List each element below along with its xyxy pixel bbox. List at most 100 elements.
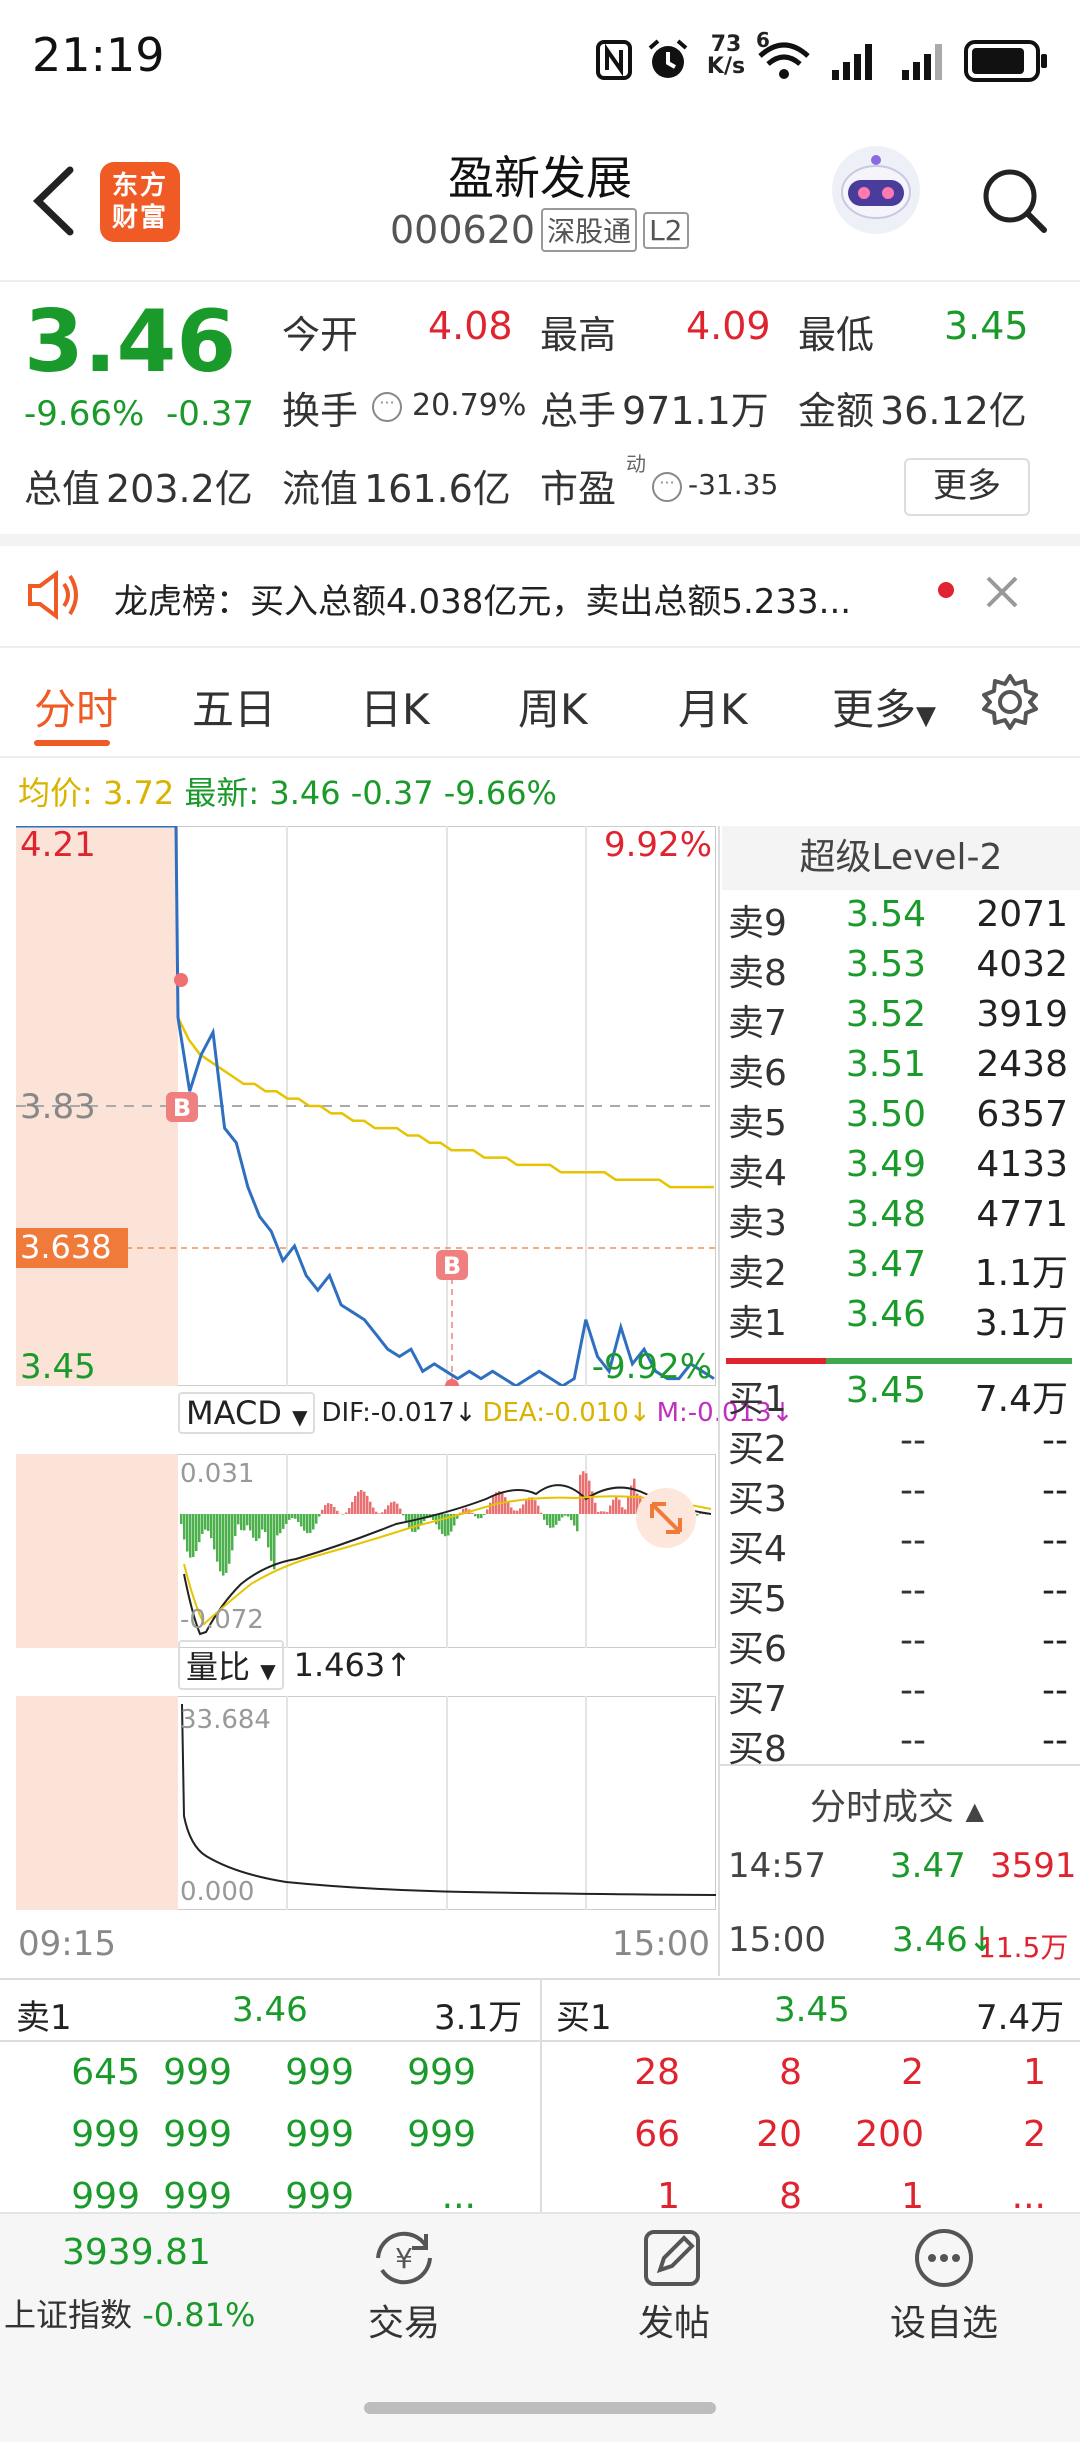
volume-label: 总手 (540, 380, 616, 435)
queue-buy-cell: 1 (570, 2176, 680, 2212)
macd-bar (228, 1514, 231, 1564)
more-dots-icon[interactable] (912, 2226, 976, 2290)
post-icon[interactable] (640, 2226, 704, 2290)
macd-bar (576, 1514, 579, 1531)
home-indicator[interactable] (364, 2402, 716, 2414)
trade-icon[interactable]: ¥ (368, 2226, 440, 2290)
app-logo: 东方财富 (100, 162, 180, 242)
macd-selector[interactable]: MACD ▼ (178, 1392, 315, 1434)
tag-l2: L2 (643, 212, 688, 249)
macd-chart[interactable]: 0.031 -0.072 (16, 1454, 716, 1648)
bid-row[interactable]: 买6---- (720, 1620, 1076, 1670)
ask-label: 卖2 (728, 1244, 787, 1296)
marker-dot (174, 973, 188, 987)
queue-sell-label: 卖1 (16, 1990, 72, 2039)
index-value[interactable]: 3939.81 (62, 2232, 211, 2273)
index-info[interactable]: 上证指数 -0.81% (4, 2290, 255, 2336)
tab-week-k[interactable]: 周K (518, 676, 588, 737)
robot-assistant-icon[interactable] (828, 142, 924, 238)
volratio-chart[interactable]: 33.684 0.000 (16, 1696, 716, 1910)
tab-day-k[interactable]: 日K (360, 676, 430, 737)
bid-row[interactable]: 买7---- (720, 1670, 1076, 1720)
logo-text: 东方财富 (110, 170, 170, 234)
tab-fenshi[interactable]: 分时 (34, 676, 118, 737)
macd-bar (399, 1509, 402, 1514)
ask-row[interactable]: 卖43.494133 (720, 1144, 1076, 1194)
info-icon[interactable]: ··· (372, 392, 402, 422)
bid-row[interactable]: 买2---- (720, 1420, 1076, 1470)
notice-bar[interactable]: 龙虎榜：买入总额4.038亿元，卖出总额5.233... (0, 546, 1080, 646)
bid-row[interactable]: 买4---- (720, 1520, 1076, 1570)
pct-tick-top: 9.92% (604, 826, 712, 865)
queue-sell-cell: 999 (244, 2114, 354, 2155)
volume-value: 971.1万 (622, 380, 769, 435)
volratio-selector[interactable]: 量比 ▼ (178, 1640, 284, 1690)
macd-bar (381, 1512, 384, 1514)
trade-time: 15:00 (728, 1920, 826, 1960)
bid-row[interactable]: 买13.457.4万 (720, 1370, 1076, 1420)
open-label: 今开 (282, 304, 358, 359)
info-icon-pe[interactable]: ··· (652, 472, 682, 502)
macd-bar (384, 1509, 387, 1514)
ask-price: 3.47 (846, 1244, 926, 1285)
order-book-title[interactable]: 超级Level-2 (722, 826, 1080, 890)
macd-bar (438, 1514, 441, 1530)
volratio-header: 量比 ▼ 1.463↑ (178, 1640, 412, 1690)
macd-bar (540, 1513, 543, 1514)
gear-icon[interactable] (980, 672, 1040, 732)
ask-price: 3.50 (846, 1094, 926, 1135)
macd-bar (327, 1503, 330, 1514)
back-icon[interactable] (30, 166, 80, 236)
search-icon[interactable] (980, 166, 1050, 236)
stock-header: 东方财富 盈新发展 000620 深股通 L2 (0, 120, 1080, 282)
more-button[interactable]: 更多 (904, 458, 1030, 516)
ask-row[interactable]: 卖13.463.1万 (720, 1294, 1076, 1344)
bid-row[interactable]: 买5---- (720, 1570, 1076, 1620)
price-chart[interactable]: B B 4.21 3.83 3.45 9.92% -9.92% 3.638 (16, 826, 716, 1386)
ask-row[interactable]: 卖83.534032 (720, 944, 1076, 994)
tab-month-k[interactable]: 月K (678, 676, 748, 737)
bid-row[interactable]: 买3---- (720, 1470, 1076, 1520)
macd-bar (348, 1508, 351, 1514)
float-value: 161.6亿 (364, 458, 511, 513)
stock-code: 000620 (390, 208, 535, 252)
ask-price: 3.51 (846, 1044, 926, 1085)
crosshair-price: 3.638 (20, 1228, 112, 1266)
bid-row[interactable]: 买8---- (720, 1720, 1076, 1770)
macd-top: 0.031 (180, 1459, 254, 1489)
change-value: -0.37 (166, 394, 254, 434)
ask-price: 3.49 (846, 1144, 926, 1185)
ask-volume: 4771 (976, 1194, 1068, 1235)
quote-panel: 3.46 -9.66% -0.37 今开 4.08 最高 4.09 最低 3.4… (0, 282, 1080, 532)
macd-bar (624, 1509, 627, 1514)
tag-shenguTong: 深股通 (541, 208, 637, 252)
post-button[interactable]: 发帖 (570, 2294, 778, 2346)
x-tick-end: 15:00 (612, 1924, 710, 1964)
ask-row[interactable]: 卖93.542071 (720, 894, 1076, 944)
ask-row[interactable]: 卖53.506357 (720, 1094, 1076, 1144)
ask-row[interactable]: 卖73.523919 (720, 994, 1076, 1044)
macd-bar (522, 1504, 525, 1514)
ask-row[interactable]: 卖63.512438 (720, 1044, 1076, 1094)
trades-title[interactable]: 分时成交 ▲ (810, 1778, 984, 1830)
ask-label: 卖5 (728, 1094, 787, 1146)
macd-bar (411, 1514, 414, 1532)
queue-sell-cell: 999 (366, 2052, 476, 2093)
ask-volume: 4032 (976, 944, 1068, 985)
macd-bar (552, 1514, 555, 1528)
ask-row[interactable]: 卖23.471.1万 (720, 1244, 1076, 1294)
queue-grid: 645999999999999999999999999999999...2882… (0, 2040, 1080, 2212)
ask-row[interactable]: 卖33.484771 (720, 1194, 1076, 1244)
macd-preopen (16, 1454, 178, 1648)
add-watchlist-button[interactable]: 设自选 (840, 2294, 1048, 2346)
tab-more[interactable]: 更多▼ (832, 676, 936, 737)
bid-volume: -- (1042, 1520, 1068, 1561)
ask-price: 3.46 (846, 1294, 926, 1335)
bid-price: -- (900, 1470, 926, 1511)
macd-dea: DEA:-0.010↓ (482, 1398, 650, 1428)
ask-label: 卖4 (728, 1144, 787, 1196)
tab-5day[interactable]: 五日 (192, 676, 276, 737)
trade-button[interactable]: 交易 (300, 2294, 508, 2346)
macd-bar (315, 1514, 318, 1524)
close-icon[interactable] (984, 574, 1020, 610)
